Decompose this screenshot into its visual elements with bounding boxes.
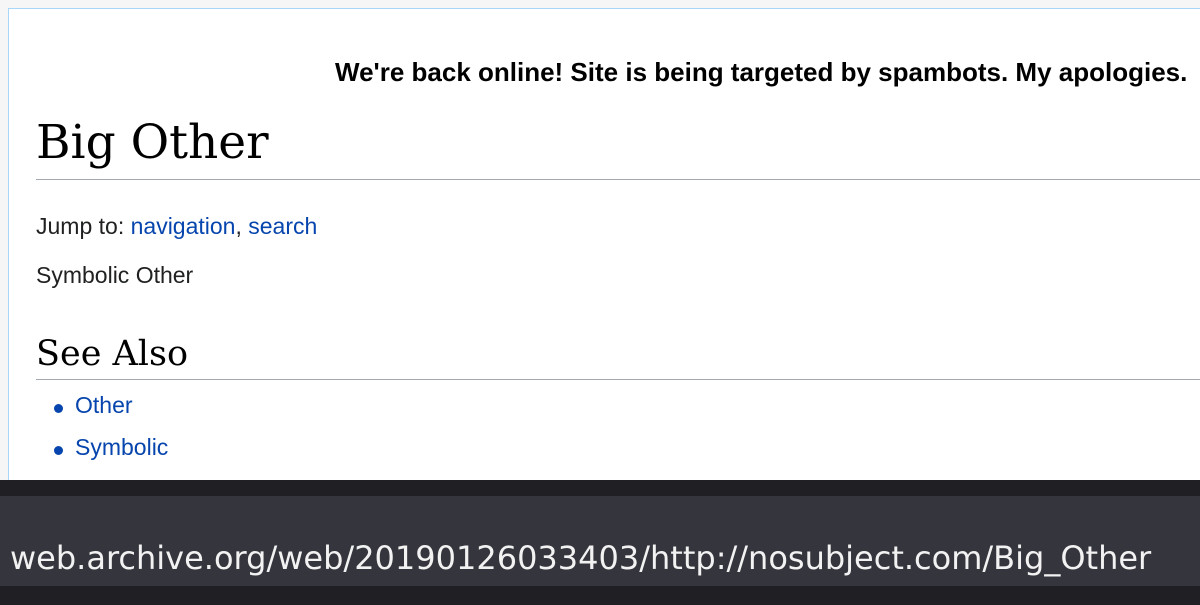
article-page: We're back online! Site is being targete… [8, 8, 1200, 480]
bullet-icon [54, 446, 63, 455]
see-also-heading: See Also [36, 334, 189, 374]
section-divider [36, 379, 1200, 380]
page-title: Big Other [36, 115, 269, 170]
jump-separator: , [235, 213, 242, 239]
jump-to-links: Jump to: navigation, search [36, 213, 317, 240]
url-box: web.archive.org/web/20190126033403/http:… [0, 496, 1200, 586]
title-divider [36, 179, 1200, 180]
status-url-bar: web.archive.org/web/20190126033403/http:… [0, 480, 1200, 605]
see-also-link-symbolic[interactable]: Symbolic [75, 434, 168, 461]
see-also-link-other[interactable]: Other [75, 392, 133, 419]
bullet-icon [54, 404, 63, 413]
jump-search-link[interactable]: search [248, 213, 317, 239]
jump-navigation-link[interactable]: navigation [131, 213, 236, 239]
article-paragraph: Symbolic Other [36, 262, 194, 288]
status-url: web.archive.org/web/20190126033403/http:… [10, 539, 1152, 577]
site-notice: We're back online! Site is being targete… [335, 57, 1188, 87]
jump-to-label: Jump to: [36, 213, 125, 239]
